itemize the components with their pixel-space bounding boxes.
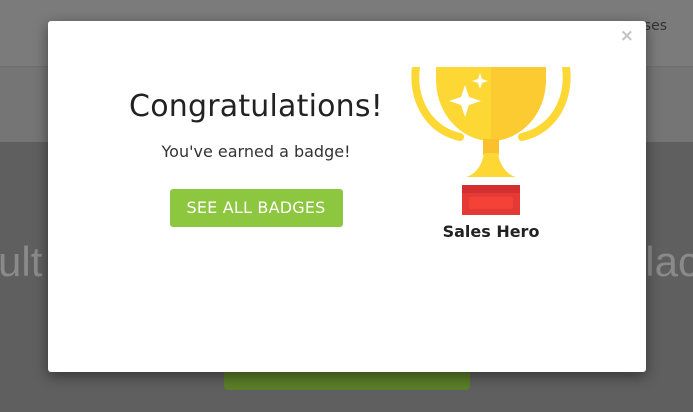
modal-message: Congratulations! You've earned a badge! …: [108, 87, 404, 227]
background-hero-text-right: lac: [645, 238, 693, 285]
badge-name: Sales Hero: [442, 222, 540, 241]
close-icon[interactable]: ×: [620, 26, 634, 46]
badge: Sales Hero: [408, 67, 574, 242]
page: ses ult lac × Congratulations! You've ea…: [0, 0, 693, 412]
background-hero-text-left: ult: [0, 238, 43, 285]
modal-subtitle: You've earned a badge!: [161, 142, 351, 161]
badge-modal: × Congratulations! You've earned a badge…: [48, 21, 646, 372]
trophy-icon: [411, 67, 571, 215]
background-nav-text: ses: [643, 18, 667, 34]
see-all-badges-button[interactable]: SEE ALL BADGES: [169, 189, 343, 227]
modal-title: Congratulations!: [129, 89, 383, 124]
